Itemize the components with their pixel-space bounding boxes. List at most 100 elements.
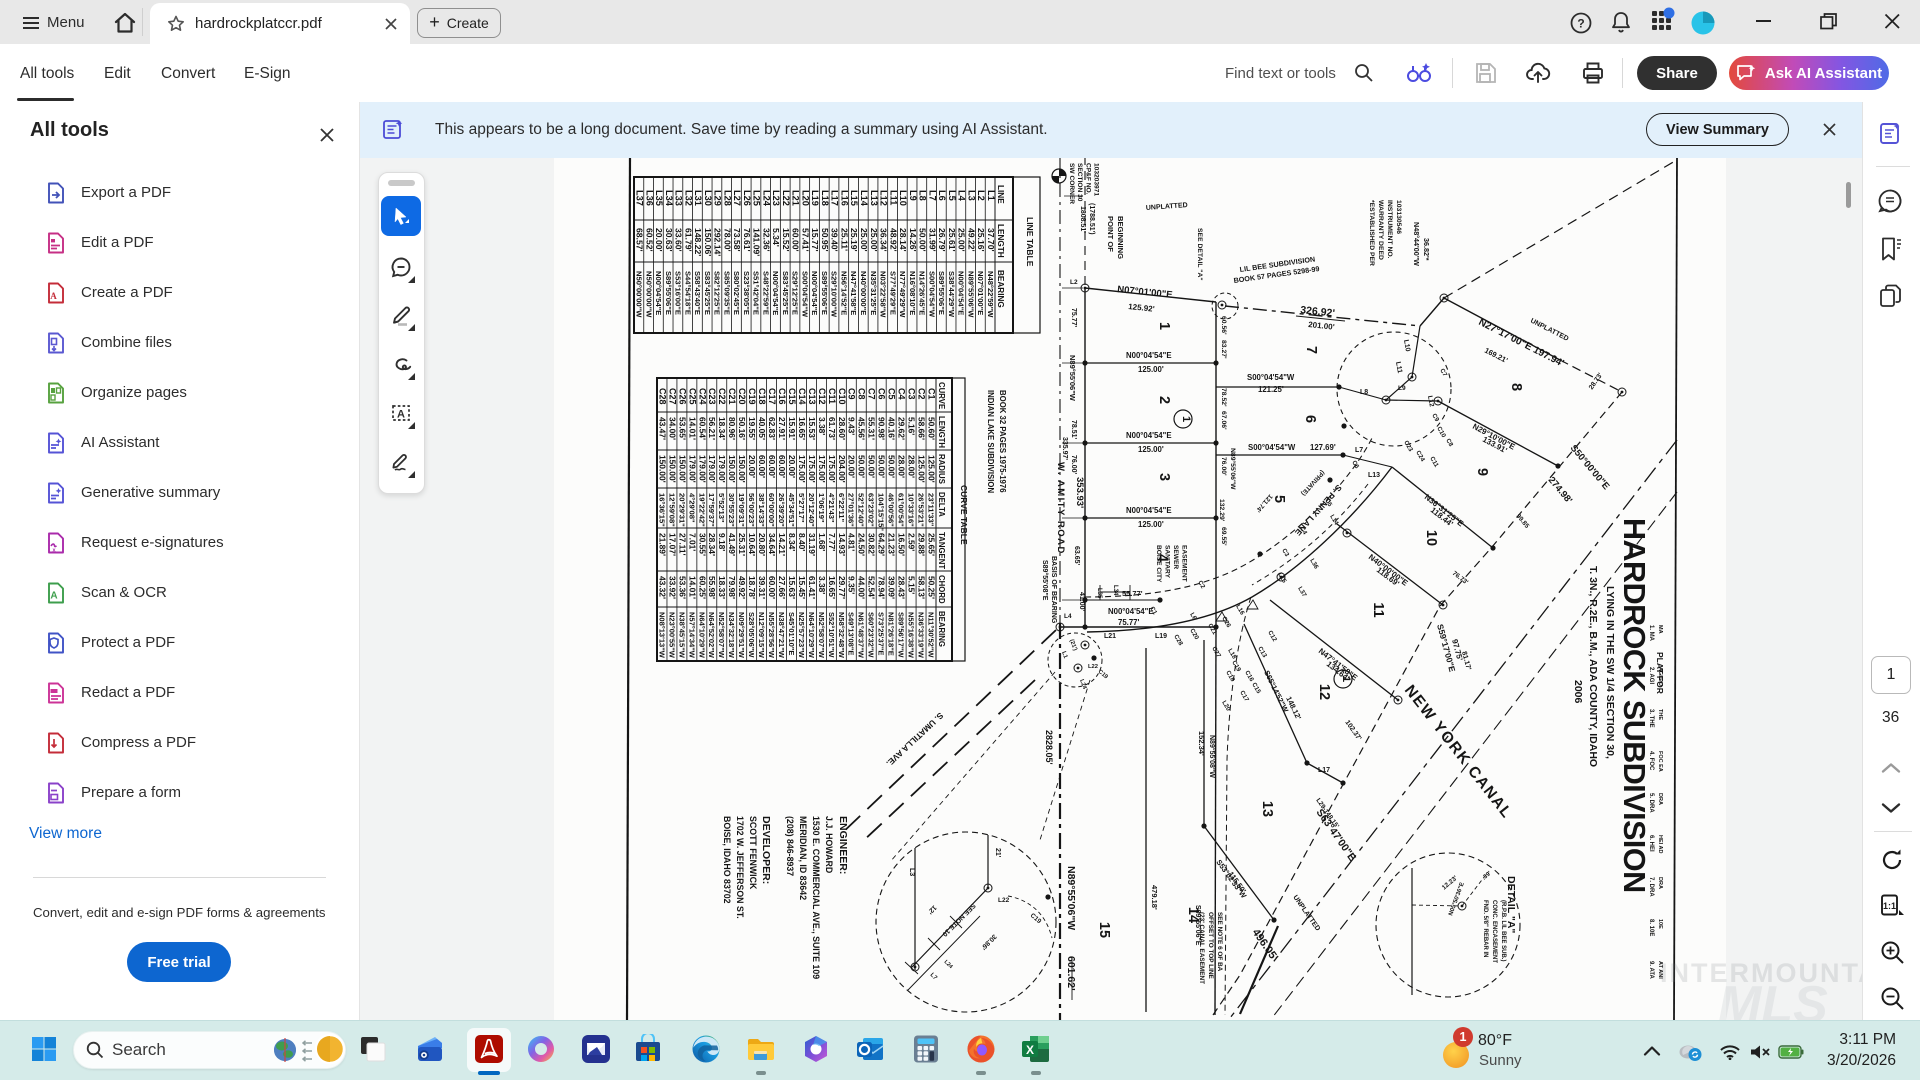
svg-text:C23: C23: [707, 388, 717, 405]
svg-text:179.00': 179.00': [697, 455, 707, 483]
svg-text:150.06': 150.06': [703, 228, 713, 256]
svg-text:N56°14'52"E: N56°14'52"E: [839, 271, 848, 315]
svg-text:C26: C26: [677, 388, 687, 405]
svg-text:9: 9: [1474, 468, 1490, 476]
svg-text:43.47': 43.47': [657, 417, 667, 440]
svg-text:83.27': 83.27': [1220, 340, 1227, 359]
svg-text:21.89': 21.89': [657, 533, 667, 556]
svg-text:20.00': 20.00': [654, 228, 664, 252]
svg-text:4°21'43": 4°21'43": [827, 493, 836, 523]
svg-text:76.00': 76.00': [1220, 457, 1227, 476]
svg-text:14.26': 14.26': [908, 228, 918, 252]
svg-text:L19: L19: [810, 190, 820, 206]
svg-text:204.00': 204.00': [837, 455, 847, 483]
svg-text:DELTA: DELTA: [937, 492, 946, 517]
svg-text:1702 W. JEFFERSON ST.: 1702 W. JEFFERSON ST.: [735, 816, 745, 919]
svg-text:8.40': 8.40': [797, 533, 807, 551]
svg-text:L23: L23: [771, 190, 781, 206]
svg-text:25.19': 25.19': [849, 228, 859, 252]
svg-text:53.65': 53.65': [677, 417, 687, 440]
svg-text:S89°55'06"E: S89°55'06"E: [820, 271, 829, 315]
svg-text:INDIAN LAKE SUBDIVISION: INDIAN LAKE SUBDIVISION: [986, 390, 995, 493]
svg-text:2828.05': 2828.05': [1044, 730, 1054, 765]
svg-text:27.91': 27.91': [777, 417, 787, 440]
svg-text:179.00': 179.00': [707, 455, 717, 483]
svg-text:46°00'56": 46°00'56": [887, 493, 896, 527]
svg-text:150.00': 150.00': [667, 455, 677, 483]
svg-text:N48°44'00"W: N48°44'00"W: [1412, 222, 1421, 266]
svg-text:C12: C12: [817, 388, 827, 405]
svg-text:L26: L26: [742, 190, 752, 206]
svg-text:10: 10: [1423, 530, 1439, 546]
svg-text:1. MA: 1. MA: [1648, 625, 1654, 642]
svg-text:2. AGI: 2. AGI: [1648, 667, 1654, 684]
svg-text:L5: L5: [947, 190, 957, 201]
svg-text:30°55'23": 30°55'23": [727, 493, 736, 527]
svg-text:BEARING: BEARING: [937, 611, 946, 647]
svg-text:SEE DETAIL "A": SEE DETAIL "A": [1196, 228, 1203, 281]
svg-text:N89°55'06"W: N89°55'06"W: [1065, 866, 1077, 930]
svg-text:FND. 5/8" REBAR IN: FND. 5/8" REBAR IN: [1482, 900, 1488, 958]
svg-text:L4: L4: [1064, 613, 1072, 620]
svg-text:L34: L34: [664, 190, 674, 207]
svg-text:125.00': 125.00': [926, 455, 936, 483]
svg-text:L21: L21: [1104, 633, 1116, 640]
svg-text:175.00': 175.00': [817, 455, 827, 483]
svg-text:28.00': 28.00': [897, 455, 907, 478]
svg-text:25.00': 25.00': [859, 228, 869, 252]
svg-text:L37: L37: [635, 190, 645, 206]
svg-text:5°27'17": 5°27'17": [797, 493, 806, 523]
svg-text:S52°10'51"W: S52°10'51"W: [827, 612, 836, 658]
svg-text:60.00': 60.00': [791, 228, 801, 252]
svg-text:CONC. ENCASEMENT: CONC. ENCASEMENT: [1491, 900, 1497, 963]
svg-text:L12: L12: [879, 190, 889, 206]
svg-text:61°00'54": 61°00'54": [897, 493, 906, 527]
svg-text:C4: C4: [897, 388, 907, 400]
svg-text:18.34': 18.34': [717, 417, 727, 440]
svg-text:S44°54'18"E: S44°54'18"E: [683, 271, 692, 315]
svg-text:13: 13: [1259, 801, 1275, 817]
svg-text:S85°09'35"E: S85°09'35"E: [722, 271, 731, 315]
svg-text:12°59'08": 12°59'08": [667, 493, 676, 527]
svg-text:J.J. HOWARD: J.J. HOWARD: [824, 816, 834, 873]
svg-text:N11°30'52"W: N11°30'52"W: [926, 612, 935, 658]
svg-text:7: 7: [1303, 346, 1319, 354]
svg-text:CP&F NO.: CP&F NO.: [1084, 163, 1091, 195]
svg-text:L3: L3: [908, 868, 915, 876]
svg-text:30.63': 30.63': [664, 228, 674, 252]
svg-text:19°09'31": 19°09'31": [737, 493, 746, 527]
svg-text:48.92': 48.92': [888, 228, 898, 252]
svg-text:25.61': 25.61': [947, 228, 957, 252]
svg-text:5.34': 5.34': [771, 228, 781, 247]
svg-text:15.63': 15.63': [787, 576, 797, 599]
svg-text:N50°00'00"W: N50°00'00"W: [644, 271, 653, 318]
svg-text:C14: C14: [797, 388, 807, 405]
svg-text:29.88': 29.88': [916, 533, 926, 556]
svg-text:(23' CANAL EASEMENT: (23' CANAL EASEMENT: [1198, 912, 1205, 984]
svg-text:2006: 2006: [1572, 680, 1584, 704]
svg-text:150.00': 150.00': [737, 455, 747, 483]
svg-text:L13: L13: [869, 190, 879, 206]
svg-text:N89°55'06"W: N89°55'06"W: [1229, 448, 1237, 490]
svg-text:75.77': 75.77': [1118, 618, 1140, 627]
svg-text:73.58': 73.58': [732, 228, 742, 252]
svg-text:27.11': 27.11': [677, 533, 687, 556]
svg-text:N00°04'54"E: N00°04'54"E: [810, 271, 819, 315]
svg-text:C22: C22: [717, 388, 727, 405]
svg-text:41.49': 41.49': [727, 533, 737, 556]
svg-text:55.31': 55.31': [867, 417, 877, 440]
svg-text:16.65': 16.65': [827, 576, 837, 599]
svg-text:58.66': 58.66': [916, 417, 926, 440]
svg-text:N55°16'38"W: N55°16'38"W: [907, 612, 916, 659]
svg-text:353.93': 353.93': [1074, 477, 1085, 508]
svg-text:63.65': 63.65': [1073, 546, 1080, 566]
svg-text:N64°10'29"W: N64°10'29"W: [697, 612, 706, 659]
svg-text:WARRANTY DEED: WARRANTY DEED: [1377, 200, 1384, 260]
svg-text:49.22': 49.22': [966, 228, 976, 252]
svg-text:33.60': 33.60': [674, 228, 684, 252]
svg-text:3. THE: 3. THE: [1648, 709, 1654, 728]
svg-text:C5: C5: [887, 388, 897, 400]
svg-text:17°59'37": 17°59'37": [707, 493, 716, 527]
svg-text:63°23'02": 63°23'02": [867, 493, 876, 527]
svg-text:HARDROCK SUBDIVISION: HARDROCK SUBDIVISION: [1617, 518, 1651, 893]
